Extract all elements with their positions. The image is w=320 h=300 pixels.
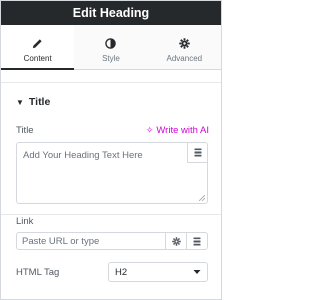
panel-tabs: Content Style Advanced xyxy=(1,25,221,70)
gear-icon xyxy=(179,37,190,49)
tab-content[interactable]: Content xyxy=(1,25,75,70)
link-input[interactable]: Paste URL or type xyxy=(16,232,166,250)
tab-style-label: Style xyxy=(102,54,120,63)
pencil-icon xyxy=(32,37,43,49)
tab-advanced-label: Advanced xyxy=(166,54,203,63)
sparkle-icon: ✧ xyxy=(145,125,154,135)
tab-style[interactable]: Style xyxy=(74,25,147,69)
tab-advanced[interactable]: Advanced xyxy=(148,25,221,69)
gear-icon xyxy=(171,236,181,246)
html-tag-label: HTML Tag xyxy=(16,267,60,278)
panel-title: Edit Heading xyxy=(72,6,150,20)
link-dynamic-tags-button[interactable] xyxy=(187,232,208,250)
link-field-label: Link xyxy=(16,216,34,227)
title-field-label: Title xyxy=(16,125,34,136)
link-input-placeholder: Paste URL or type xyxy=(22,235,100,247)
caret-down-icon: ▼ xyxy=(16,97,24,107)
resize-handle-icon[interactable] xyxy=(199,195,205,201)
section-toggle-title[interactable]: ▼ Title xyxy=(16,96,50,108)
write-with-ai-link[interactable]: ✧ Write with AI xyxy=(146,125,209,136)
html-tag-value: H2 xyxy=(115,266,128,278)
divider xyxy=(1,214,221,215)
tab-content-label: Content xyxy=(23,54,52,63)
section-title-label: Title xyxy=(28,96,51,108)
title-textarea[interactable]: Add Your Heading Text Here xyxy=(16,142,208,204)
dynamic-tags-button[interactable] xyxy=(187,143,207,163)
write-with-ai-label: Write with AI xyxy=(156,125,209,136)
title-textarea-placeholder: Add Your Heading Text Here xyxy=(23,150,143,161)
half-circle-icon xyxy=(105,37,117,49)
panel-header: Edit Heading xyxy=(1,1,221,25)
link-options-button[interactable] xyxy=(166,232,187,250)
database-icon xyxy=(193,237,201,245)
divider xyxy=(1,82,221,83)
html-tag-select[interactable]: H2 xyxy=(108,262,208,282)
caret-down-icon xyxy=(193,270,201,274)
database-icon xyxy=(194,148,201,157)
link-control: Paste URL or type xyxy=(16,232,208,250)
